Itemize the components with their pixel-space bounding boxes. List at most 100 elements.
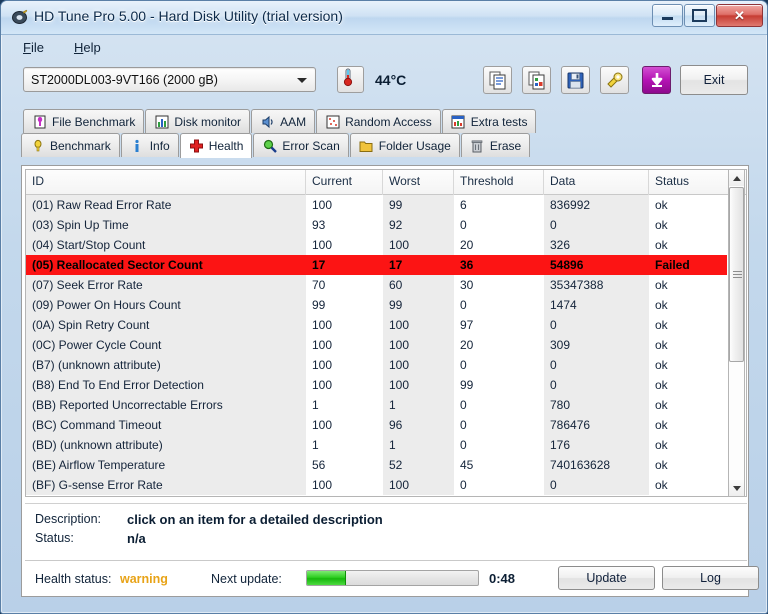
file-benchmark-icon	[32, 114, 47, 129]
column-header-data[interactable]: Data	[544, 170, 649, 195]
table-row[interactable]: (03) Spin Up Time 93 92 0 0 ok	[26, 215, 746, 235]
tab-file-benchmark[interactable]: File Benchmark	[23, 109, 145, 133]
table-cell-current: 1	[306, 435, 383, 455]
table-cell-current: 100	[306, 335, 383, 355]
table-cell-data: 780	[544, 395, 649, 415]
grid-vertical-scrollbar[interactable]	[728, 169, 745, 497]
benchmark-icon	[30, 138, 45, 153]
status-value: n/a	[127, 531, 146, 546]
table-cell-worst: 99	[383, 195, 454, 215]
tab-error-scan[interactable]: Error Scan	[253, 133, 349, 157]
table-cell-id: (0C) Power Cycle Count	[26, 335, 306, 355]
settings-button[interactable]	[600, 66, 629, 94]
table-row[interactable]: (07) Seek Error Rate 70 60 30 35347388 ok	[26, 275, 746, 295]
tab-extra-tests-label: Extra tests	[470, 114, 528, 129]
table-cell-id: (09) Power On Hours Count	[26, 295, 306, 315]
table-row[interactable]: (01) Raw Read Error Rate 100 99 6 836992 ok	[26, 195, 746, 215]
table-cell-status: ok	[649, 235, 727, 255]
menu-file-rest: ile	[30, 40, 44, 55]
table-cell-worst: 100	[383, 335, 454, 355]
tab-extra-tests[interactable]: Extra tests	[441, 109, 537, 133]
exit-button-label: Exit	[703, 73, 725, 87]
table-cell-current: 56	[306, 455, 383, 475]
table-row[interactable]: (04) Start/Stop Count 100 100 20 326 ok	[26, 235, 746, 255]
status-label: Status:	[35, 531, 74, 545]
table-cell-id: (BB) Reported Uncorrectable Errors	[26, 395, 306, 415]
table-cell-threshold: 0	[454, 215, 544, 235]
table-cell-status: Failed	[649, 255, 727, 275]
download-button[interactable]	[642, 66, 671, 94]
tab-benchmark[interactable]: Benchmark	[21, 133, 120, 157]
table-row[interactable]: (05) Reallocated Sector Count 17 17 36 54896…	[26, 255, 746, 275]
update-button[interactable]: Update	[558, 566, 655, 590]
grid-header-row: ID Current Worst Threshold Data Status	[26, 170, 746, 195]
scroll-up-button[interactable]	[729, 170, 744, 186]
table-cell-threshold: 20	[454, 235, 544, 255]
temperature-value: 44°C	[375, 72, 407, 88]
scrollbar-thumb[interactable]	[729, 187, 744, 362]
update-button-label: Update	[586, 571, 627, 585]
log-button[interactable]: Log	[662, 566, 759, 590]
table-cell-worst: 1	[383, 395, 454, 415]
column-header-worst[interactable]: Worst	[383, 170, 454, 195]
table-cell-id: (BD) (unknown attribute)	[26, 435, 306, 455]
table-cell-data: 836992	[544, 195, 649, 215]
table-cell-data: 1474	[544, 295, 649, 315]
column-header-current[interactable]: Current	[306, 170, 383, 195]
title-bar: HD Tune Pro 5.00 - Hard Disk Utility (tr…	[1, 1, 767, 35]
table-cell-threshold: 0	[454, 435, 544, 455]
table-cell-current: 100	[306, 475, 383, 495]
tab-aam[interactable]: AAM	[251, 109, 316, 133]
menu-item-help[interactable]: Help	[70, 38, 105, 57]
health-cross-icon	[189, 139, 204, 154]
table-row[interactable]: (0A) Spin Retry Count 100 100 97 0 ok	[26, 315, 746, 335]
window-title: HD Tune Pro 5.00 - Hard Disk Utility (tr…	[34, 8, 343, 24]
maximize-button[interactable]	[684, 4, 715, 27]
table-cell-status: ok	[649, 435, 727, 455]
table-cell-status: ok	[649, 455, 727, 475]
copy-image-icon	[528, 71, 545, 89]
magnifier-icon	[262, 138, 277, 153]
table-cell-data: 176	[544, 435, 649, 455]
tab-health[interactable]: Health	[179, 133, 253, 158]
toolbar: ST2000DL003-9VT166 (2000 gB) 44°C Exit	[15, 59, 755, 105]
table-row[interactable]: (BC) Command Timeout 100 96 0 786476 ok	[26, 415, 746, 435]
tab-erase[interactable]: Erase	[460, 133, 531, 157]
save-button[interactable]	[561, 66, 590, 94]
table-cell-threshold: 0	[454, 415, 544, 435]
table-row[interactable]: (B7) (unknown attribute) 100 100 0 0 ok	[26, 355, 746, 375]
table-row[interactable]: (B8) End To End Error Detection 100 100 99 0…	[26, 375, 746, 395]
save-icon	[567, 72, 584, 88]
table-cell-status: ok	[649, 335, 727, 355]
drive-select[interactable]: ST2000DL003-9VT166 (2000 gB)	[23, 67, 316, 92]
table-row[interactable]: (BE) Airflow Temperature 56 52 45 740163628 o…	[26, 455, 746, 475]
minimize-button[interactable]	[652, 4, 683, 27]
table-cell-current: 17	[306, 255, 383, 275]
folder-icon	[359, 138, 374, 153]
column-header-id[interactable]: ID	[26, 170, 306, 195]
tab-info[interactable]: Info	[120, 133, 179, 157]
menu-item-file[interactable]: File	[19, 38, 48, 57]
detail-box: Description: click on an item for a deta…	[25, 503, 747, 555]
copy-image-button[interactable]	[522, 66, 551, 94]
close-button[interactable]: ✕	[716, 4, 763, 27]
temperature-button[interactable]	[337, 66, 364, 93]
table-row[interactable]: (09) Power On Hours Count 99 99 0 1474 ok	[26, 295, 746, 315]
scroll-down-button[interactable]	[729, 480, 744, 496]
tab-random-access[interactable]: Random Access	[316, 109, 441, 133]
table-row[interactable]: (BB) Reported Uncorrectable Errors 1 1 0 780…	[26, 395, 746, 415]
copy-text-button[interactable]	[483, 66, 512, 94]
tab-disk-monitor[interactable]: Disk monitor	[145, 109, 251, 133]
table-row[interactable]: (0C) Power Cycle Count 100 100 20 309 ok	[26, 335, 746, 355]
table-cell-data: 786476	[544, 415, 649, 435]
table-row[interactable]: (BF) G-sense Error Rate 100 100 0 0 ok	[26, 475, 746, 495]
table-cell-worst: 92	[383, 215, 454, 235]
table-row[interactable]: (BD) (unknown attribute) 1 1 0 176 ok	[26, 435, 746, 455]
exit-button[interactable]: Exit	[680, 65, 748, 95]
table-cell-current: 100	[306, 415, 383, 435]
tab-folder-usage[interactable]: Folder Usage	[349, 133, 460, 157]
table-cell-data: 0	[544, 375, 649, 395]
chevron-down-icon	[297, 78, 307, 83]
column-header-status[interactable]: Status	[649, 170, 727, 195]
column-header-threshold[interactable]: Threshold	[454, 170, 544, 195]
